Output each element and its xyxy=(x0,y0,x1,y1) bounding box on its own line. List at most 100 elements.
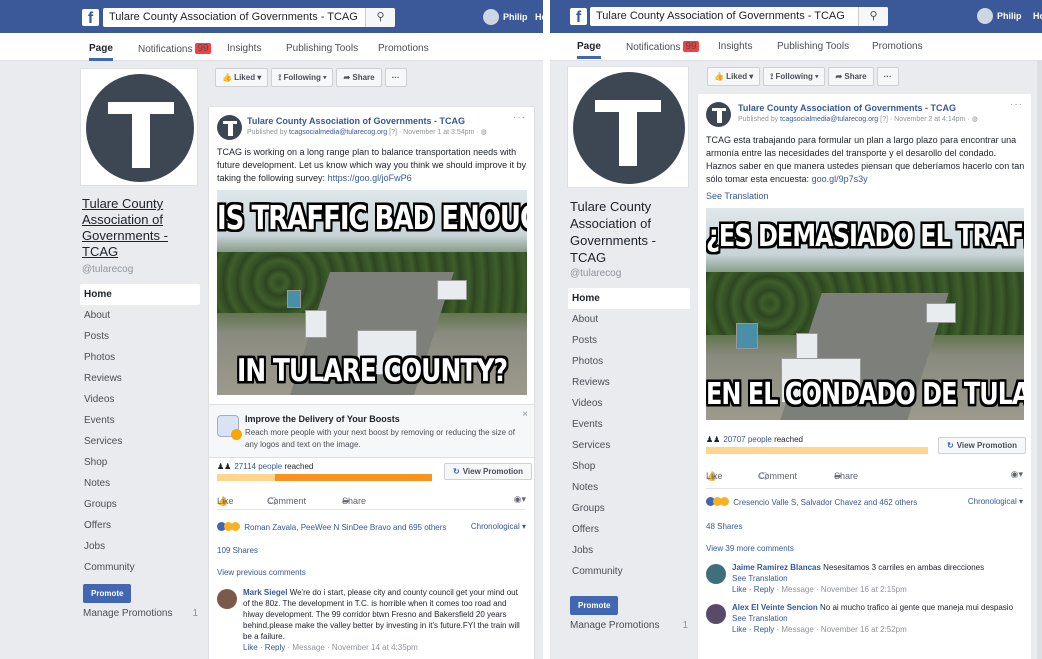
sidebar-item-events[interactable]: Events xyxy=(80,410,200,431)
sidebar-item-community[interactable]: Community xyxy=(568,561,690,582)
post-avatar[interactable] xyxy=(706,102,731,127)
facebook-icon[interactable]: f xyxy=(82,9,99,26)
following-button[interactable]: ⟟ Following ▾ xyxy=(271,68,334,87)
promote-button[interactable]: Promote xyxy=(83,584,132,603)
search-icon[interactable]: ⚲ xyxy=(365,8,395,27)
reach-count[interactable]: 27114 people xyxy=(234,462,282,471)
sidebar-item-posts[interactable]: Posts xyxy=(80,326,200,347)
sidebar-item-home[interactable]: Home xyxy=(568,288,690,309)
shares-link[interactable]: 109 Shares xyxy=(217,546,258,555)
survey-link[interactable]: goo.gl/9p7s3y xyxy=(812,174,868,184)
tab-notifications[interactable]: Notifications 99 xyxy=(626,41,699,53)
sidebar-item-photos[interactable]: Photos xyxy=(80,347,200,368)
comment-like-reply[interactable]: Like · Reply xyxy=(732,585,774,594)
sidebar-item-jobs[interactable]: Jobs xyxy=(568,540,690,561)
share-page-button[interactable]: ➦ Share xyxy=(336,68,382,87)
tab-page[interactable]: Page xyxy=(577,41,601,59)
manage-promotions-link[interactable]: Manage Promotions 1 xyxy=(83,608,198,619)
page-name[interactable]: Tulare County Association of Governments… xyxy=(570,198,670,266)
more-button[interactable]: ··· xyxy=(876,67,899,86)
liked-button[interactable]: 👍 Liked ▾ xyxy=(215,68,269,87)
tab-publishing-tools[interactable]: Publishing Tools xyxy=(286,43,358,54)
commenter-name[interactable]: Jaime Ramirez Blancas xyxy=(732,563,821,572)
search-input[interactable]: Tulare County Association of Governments… xyxy=(103,8,395,27)
user-avatar[interactable] xyxy=(977,8,993,24)
reach-count[interactable]: 20707 people xyxy=(723,435,772,444)
sidebar-item-videos[interactable]: Videos xyxy=(568,393,690,414)
view-promotion-button[interactable]: ↻ View Promotion xyxy=(938,437,1027,454)
sidebar-item-reviews[interactable]: Reviews xyxy=(568,372,690,393)
user-name[interactable]: Philip xyxy=(997,11,1022,21)
sidebar-item-shop[interactable]: Shop xyxy=(568,456,690,477)
tab-promotions[interactable]: Promotions xyxy=(378,43,429,54)
tab-insights[interactable]: Insights xyxy=(227,43,261,54)
chronological-dropdown[interactable]: Chronological ▾ xyxy=(471,522,526,531)
post-author[interactable]: Tulare County Association of Governments… xyxy=(247,116,465,126)
home-link[interactable]: Ho xyxy=(535,12,543,22)
search-icon[interactable]: ⚲ xyxy=(858,7,888,26)
see-translation-link[interactable]: See Translation xyxy=(706,191,769,201)
sidebar-item-about[interactable]: About xyxy=(80,305,200,326)
home-link[interactable]: Ho xyxy=(1033,11,1042,21)
see-translation-link[interactable]: See Translation xyxy=(732,613,1023,624)
more-button[interactable]: ··· xyxy=(384,68,407,87)
promote-button[interactable]: Promote xyxy=(570,596,619,615)
meta-date[interactable]: [?] · November 2 at 4:14pm · ◍ xyxy=(878,116,978,123)
view-more-comments[interactable]: View 39 more comments xyxy=(706,544,794,553)
publisher-link[interactable]: tcagsocialmedia@tularecog.org xyxy=(289,129,387,136)
close-icon[interactable]: × xyxy=(522,409,528,420)
post-author[interactable]: Tulare County Association of Governments… xyxy=(738,103,956,113)
chronological-dropdown[interactable]: Chronological ▾ xyxy=(968,497,1023,506)
following-button[interactable]: ⟟ Following ▾ xyxy=(763,67,826,86)
survey-link[interactable]: https://goo.gl/joFwP6 xyxy=(328,173,412,183)
profile-picture[interactable] xyxy=(80,68,198,186)
post-options-icon[interactable]: ··· xyxy=(1010,99,1023,110)
view-previous-comments[interactable]: View previous comments xyxy=(217,568,306,577)
search-input[interactable]: Tulare County Association of Governments… xyxy=(590,7,888,26)
commenter-avatar[interactable] xyxy=(706,564,726,584)
user-name[interactable]: Philip xyxy=(503,12,528,22)
sidebar-item-shop[interactable]: Shop xyxy=(80,452,200,473)
sidebar-item-jobs[interactable]: Jobs xyxy=(80,536,200,557)
tab-notifications[interactable]: Notifications 99 xyxy=(138,43,211,55)
facebook-icon[interactable]: f xyxy=(570,8,587,25)
manage-promotions-link[interactable]: Manage Promotions 1 xyxy=(570,620,688,631)
user-avatar[interactable] xyxy=(483,9,499,25)
sidebar-item-services[interactable]: Services xyxy=(80,431,200,452)
commenter-name[interactable]: Mark Siegel xyxy=(243,588,287,597)
see-translation-link[interactable]: See Translation xyxy=(732,573,1023,584)
sidebar-item-groups[interactable]: Groups xyxy=(568,498,690,519)
tab-promotions[interactable]: Promotions xyxy=(872,41,923,52)
tab-insights[interactable]: Insights xyxy=(718,41,752,52)
page-name[interactable]: Tulare County Association of Governments… xyxy=(82,196,197,260)
tab-publishing-tools[interactable]: Publishing Tools xyxy=(777,41,849,52)
meta-date[interactable]: [?] · November 1 at 3:54pm · ◍ xyxy=(387,129,487,136)
commenter-name[interactable]: Alex El Veinte Sencion xyxy=(732,603,818,612)
sidebar-item-services[interactable]: Services xyxy=(568,435,690,456)
post-image[interactable]: ¿ES DEMASIADO EL TRAFICO EN EL CONDADO D… xyxy=(706,208,1024,420)
shares-link[interactable]: 48 Shares xyxy=(706,522,742,531)
sidebar-item-community[interactable]: Community xyxy=(80,557,200,578)
sidebar-item-home[interactable]: Home xyxy=(80,284,200,305)
publisher-link[interactable]: tcagsocialmedia@tularecog.org xyxy=(780,116,878,123)
share-page-button[interactable]: ➦ Share xyxy=(828,67,874,86)
sidebar-item-offers[interactable]: Offers xyxy=(80,515,200,536)
comment-like-reply[interactable]: Like · Reply xyxy=(243,643,285,652)
post-options-icon[interactable]: ··· xyxy=(513,112,526,123)
sidebar-item-photos[interactable]: Photos xyxy=(568,351,690,372)
globe-icon[interactable]: ◉▾ xyxy=(514,494,526,505)
globe-icon[interactable]: ◉▾ xyxy=(1011,469,1023,480)
sidebar-item-offers[interactable]: Offers xyxy=(568,519,690,540)
comment-like-reply[interactable]: Like · Reply xyxy=(732,625,774,634)
sidebar-item-about[interactable]: About xyxy=(568,309,690,330)
sidebar-item-groups[interactable]: Groups xyxy=(80,494,200,515)
liked-button[interactable]: 👍 Liked ▾ xyxy=(707,67,761,86)
view-promotion-button[interactable]: ↻ View Promotion xyxy=(444,463,533,480)
tab-page[interactable]: Page xyxy=(89,43,113,61)
post-image[interactable]: IS TRAFFIC BAD ENOUGH IN TULARE COUNTY? xyxy=(217,190,527,395)
reactors-link[interactable]: Cresencio Valle S, Salvador Chavez and 4… xyxy=(733,498,917,507)
sidebar-item-reviews[interactable]: Reviews xyxy=(80,368,200,389)
profile-picture[interactable] xyxy=(567,66,689,188)
sidebar-item-videos[interactable]: Videos xyxy=(80,389,200,410)
sidebar-item-events[interactable]: Events xyxy=(568,414,690,435)
